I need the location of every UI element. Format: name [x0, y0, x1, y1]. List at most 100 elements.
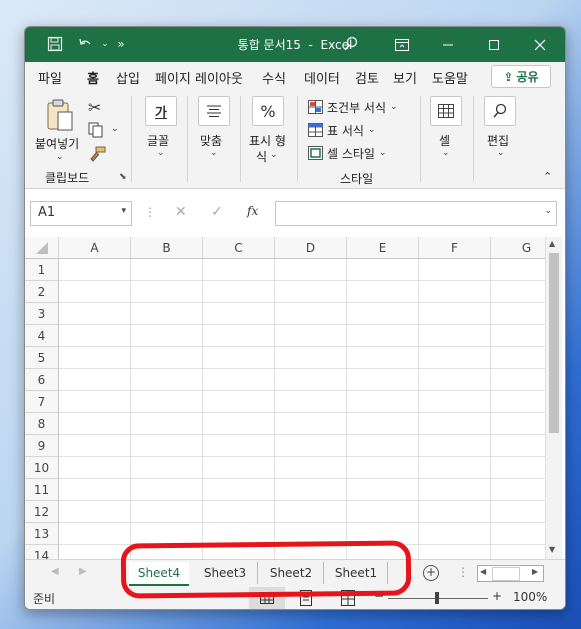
share-button[interactable]: ⇪ 공유: [491, 65, 551, 88]
copy-chevron-icon[interactable]: ⌄: [111, 124, 119, 134]
align-group-label[interactable]: 맞춤: [200, 132, 222, 149]
paste-chevron-icon[interactable]: ⌄: [56, 152, 64, 162]
clipboard-launcher-icon[interactable]: ⬊: [119, 172, 127, 182]
tab-split-grip-icon[interactable]: ⋮: [457, 565, 469, 579]
save-icon[interactable]: [45, 34, 65, 54]
undo-icon[interactable]: [75, 34, 95, 54]
column-header[interactable]: A: [59, 237, 131, 259]
paste-icon[interactable]: [45, 98, 75, 132]
format-painter-icon[interactable]: [88, 146, 106, 162]
search-icon[interactable]: [341, 34, 361, 54]
row-header[interactable]: 13: [25, 523, 59, 545]
cut-icon[interactable]: ✂: [88, 98, 101, 117]
minimize-icon[interactable]: [425, 27, 470, 62]
menu-formulas[interactable]: 수식: [262, 68, 286, 87]
insert-function-icon[interactable]: fx: [247, 204, 258, 218]
column-header[interactable]: G: [491, 237, 545, 259]
row-header[interactable]: 6: [25, 369, 59, 391]
menu-review[interactable]: 검토: [355, 68, 379, 87]
zoom-in-icon[interactable]: +: [492, 589, 502, 603]
cells-chevron-icon[interactable]: ⌄: [442, 148, 450, 158]
normal-view-icon[interactable]: [249, 587, 285, 609]
scroll-right-icon[interactable]: ▶: [532, 567, 538, 576]
column-header[interactable]: E: [347, 237, 419, 259]
zoom-out-icon[interactable]: −: [374, 589, 384, 603]
styles-group-label: 스타일: [340, 172, 374, 186]
align-icon[interactable]: [198, 96, 230, 126]
table-format-button[interactable]: 표 서식 ⌄: [308, 121, 375, 139]
row-header[interactable]: 9: [25, 435, 59, 457]
number-format-icon[interactable]: %: [252, 96, 284, 126]
menu-page-layout[interactable]: 페이지 레이아웃: [155, 68, 243, 87]
vertical-scrollbar[interactable]: ▲ ▼: [545, 237, 562, 559]
horizontal-scrollbar[interactable]: ◀ ▶: [477, 565, 544, 582]
cell-style-button[interactable]: 셀 스타일 ⌄: [308, 144, 387, 162]
cell-style-icon: [308, 146, 323, 160]
ribbon-display-icon[interactable]: [379, 27, 424, 62]
editing-chevron-icon[interactable]: ⌄: [497, 148, 505, 158]
font-chevron-icon[interactable]: ⌄: [157, 148, 165, 158]
scroll-left-icon[interactable]: ◀: [480, 567, 486, 576]
menu-bar: 파일 홈 삽입 페이지 레이아웃 수식 데이터 검토 보기 도움말 ⇪ 공유: [25, 62, 565, 92]
number-chevron-icon[interactable]: ⌄: [270, 150, 278, 160]
row-header[interactable]: 2: [25, 281, 59, 303]
row-header[interactable]: 8: [25, 413, 59, 435]
next-sheet-icon[interactable]: ▶: [79, 566, 87, 577]
formula-input[interactable]: ⌄: [275, 201, 557, 226]
more-icon[interactable]: »: [111, 34, 131, 54]
column-header[interactable]: B: [131, 237, 203, 259]
menu-file[interactable]: 파일: [38, 68, 62, 87]
zoom-level[interactable]: 100%: [513, 590, 547, 604]
row-header[interactable]: 10: [25, 457, 59, 479]
scroll-down-icon[interactable]: ▼: [549, 545, 555, 554]
column-header[interactable]: D: [275, 237, 347, 259]
column-header[interactable]: C: [203, 237, 275, 259]
prev-sheet-icon[interactable]: ◀: [51, 566, 59, 577]
close-icon[interactable]: [517, 27, 562, 62]
sheet-tab[interactable]: Sheet3: [193, 562, 258, 584]
row-header[interactable]: 12: [25, 501, 59, 523]
scroll-up-icon[interactable]: ▲: [549, 239, 555, 248]
font-icon[interactable]: 가: [145, 96, 177, 126]
cells-icon[interactable]: [430, 96, 462, 126]
menu-view[interactable]: 보기: [393, 68, 417, 87]
menu-insert[interactable]: 삽입: [116, 68, 140, 87]
row-header[interactable]: 4: [25, 325, 59, 347]
row-header[interactable]: 3: [25, 303, 59, 325]
row-header[interactable]: 1: [25, 259, 59, 281]
row-header[interactable]: 11: [25, 479, 59, 501]
worksheet-grid: A B C D E F G 1 2 3 4 5 6 7 8 9 10 11 12…: [25, 237, 545, 559]
editing-search-icon[interactable]: [484, 96, 516, 126]
column-header[interactable]: F: [419, 237, 491, 259]
menu-help[interactable]: 도움말: [432, 68, 468, 87]
menu-home[interactable]: 홈: [85, 68, 101, 92]
cells-group-label[interactable]: 셀: [439, 132, 450, 149]
vertical-scroll-thumb[interactable]: [549, 253, 559, 433]
horizontal-scroll-thumb[interactable]: [492, 567, 520, 581]
cell-area[interactable]: [59, 259, 545, 559]
number-group-label-1[interactable]: 표시 형: [249, 132, 286, 149]
add-sheet-icon[interactable]: +: [423, 565, 439, 581]
sheet-tab[interactable]: Sheet2: [259, 562, 324, 584]
align-chevron-icon[interactable]: ⌄: [210, 148, 218, 158]
formula-expand-icon[interactable]: ⌄: [544, 206, 552, 216]
editing-group-label[interactable]: 편집: [487, 132, 509, 149]
sheet-tab[interactable]: Sheet1: [325, 562, 388, 584]
name-box[interactable]: A1 ▾: [30, 201, 132, 226]
copy-icon[interactable]: [88, 122, 104, 138]
number-group-label-2[interactable]: 식: [256, 148, 267, 165]
page-layout-view-icon[interactable]: [299, 590, 313, 606]
row-header[interactable]: 7: [25, 391, 59, 413]
zoom-slider-thumb[interactable]: [435, 592, 439, 604]
conditional-format-button[interactable]: 조건부 서식 ⌄: [308, 98, 398, 116]
row-header[interactable]: 14: [25, 545, 59, 559]
collapse-ribbon-icon[interactable]: ⌃: [543, 170, 552, 183]
page-break-view-icon[interactable]: [341, 590, 355, 606]
select-all-corner[interactable]: [25, 237, 59, 259]
font-group-label[interactable]: 글꼴: [147, 132, 169, 149]
sheet-tab[interactable]: Sheet4: [129, 562, 189, 586]
maximize-icon[interactable]: [471, 27, 516, 62]
menu-data[interactable]: 데이터: [304, 68, 340, 87]
row-header[interactable]: 5: [25, 347, 59, 369]
paste-label[interactable]: 붙여넣기: [35, 135, 79, 152]
